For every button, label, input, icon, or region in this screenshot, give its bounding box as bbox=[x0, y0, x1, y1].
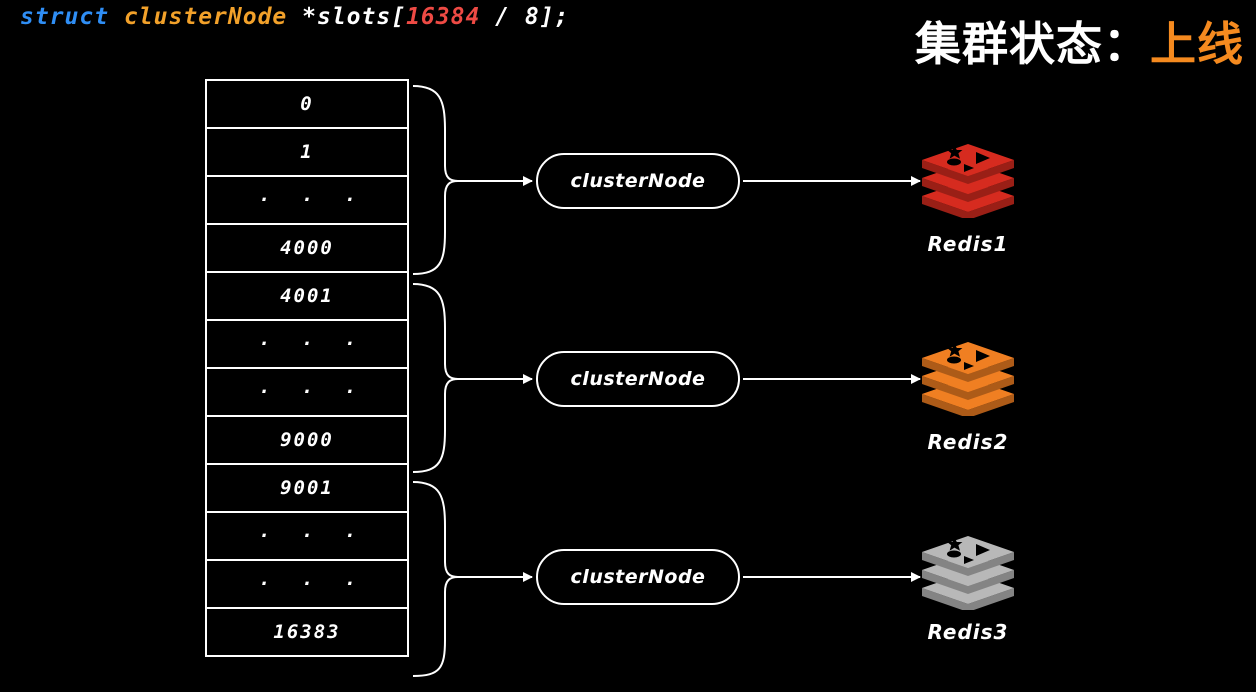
brace-1 bbox=[412, 85, 459, 275]
cluster-node-1: clusterNode bbox=[536, 153, 740, 209]
brace-2 bbox=[412, 283, 459, 473]
redis-1-label: Redis1 bbox=[927, 232, 1009, 256]
redis-2-label: Redis2 bbox=[927, 430, 1009, 454]
redis-logo-icon bbox=[922, 536, 1014, 610]
redis-logo-icon bbox=[922, 144, 1014, 218]
cluster-node-3: clusterNode bbox=[536, 549, 740, 605]
redis-logo-icon bbox=[922, 342, 1014, 416]
brace-3 bbox=[412, 481, 459, 677]
redis-3-label: Redis3 bbox=[927, 620, 1009, 644]
cluster-node-2: clusterNode bbox=[536, 351, 740, 407]
